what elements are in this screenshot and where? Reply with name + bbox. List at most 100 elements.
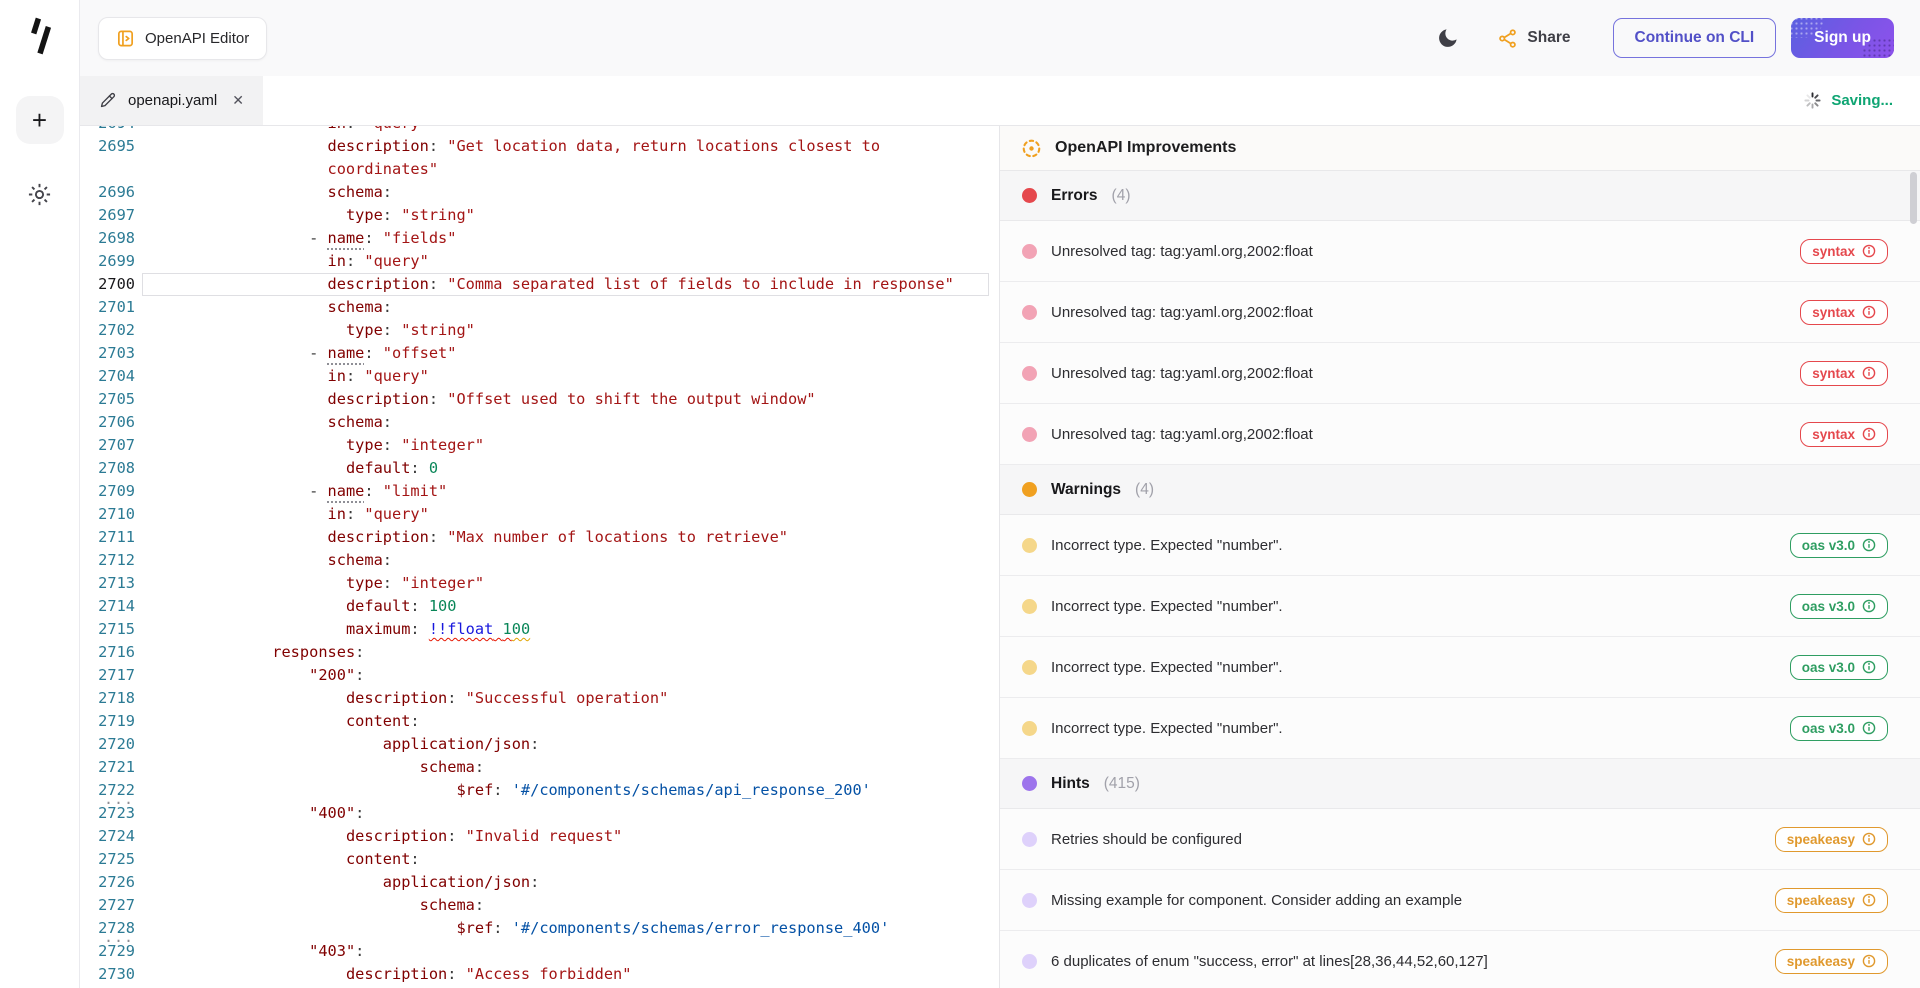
- line-number[interactable]: 2699: [80, 250, 135, 273]
- line-number[interactable]: 2717: [80, 664, 135, 687]
- new-file-button[interactable]: +: [16, 96, 64, 144]
- improvement-item[interactable]: Missing example for component. Consider …: [1000, 870, 1920, 931]
- line-content[interactable]: schema:: [217, 549, 392, 572]
- line-number[interactable]: 2723: [80, 802, 135, 825]
- tab-openapi-yaml[interactable]: openapi.yaml ✕: [80, 76, 263, 125]
- code-editor[interactable]: 2694 in: "query"2695 description: "Get l…: [80, 126, 999, 988]
- improvement-item[interactable]: Incorrect type. Expected "number".oas v3…: [1000, 698, 1920, 759]
- code-line[interactable]: 2724 description: "Invalid request": [80, 825, 999, 848]
- code-line[interactable]: 2708 default: 0: [80, 457, 999, 480]
- line-number[interactable]: 2696: [80, 181, 135, 204]
- code-line[interactable]: 2705 description: "Offset used to shift …: [80, 388, 999, 411]
- line-number[interactable]: 2698: [80, 227, 135, 250]
- improvement-item[interactable]: Unresolved tag: tag:yaml.org,2002:floats…: [1000, 282, 1920, 343]
- code-line[interactable]: 2712 schema:: [80, 549, 999, 572]
- code-line[interactable]: 2696 schema:: [80, 181, 999, 204]
- code-line[interactable]: 2730 description: "Access forbidden": [80, 963, 999, 986]
- item-badge-syntax[interactable]: syntax: [1800, 239, 1888, 264]
- line-number[interactable]: 2724: [80, 825, 135, 848]
- line-number[interactable]: 2707: [80, 434, 135, 457]
- line-content[interactable]: responses:: [217, 641, 364, 664]
- code-line[interactable]: 2729 "403":: [80, 940, 999, 963]
- item-badge-oas-v3-0[interactable]: oas v3.0: [1790, 533, 1888, 558]
- line-number[interactable]: 2705: [80, 388, 135, 411]
- speakeasy-logo-icon[interactable]: [23, 16, 57, 56]
- settings-button[interactable]: [16, 174, 64, 214]
- line-content[interactable]: in: "query": [217, 365, 429, 388]
- improvement-item[interactable]: Incorrect type. Expected "number".oas v3…: [1000, 576, 1920, 637]
- code-line[interactable]: 2721 schema:: [80, 756, 999, 779]
- section-header-warnings[interactable]: Warnings(4): [1000, 465, 1920, 515]
- code-line[interactable]: 2695 description: "Get location data, re…: [80, 135, 999, 158]
- line-number[interactable]: 2715: [80, 618, 135, 641]
- line-content[interactable]: description: "Access forbidden": [217, 963, 631, 986]
- code-line[interactable]: 2699 in: "query": [80, 250, 999, 273]
- line-content[interactable]: description: "Offset used to shift the o…: [217, 388, 816, 411]
- line-number[interactable]: 2708: [80, 457, 135, 480]
- line-content[interactable]: type: "integer": [217, 434, 484, 457]
- code-line[interactable]: 2716 responses:: [80, 641, 999, 664]
- line-number[interactable]: 2721: [80, 756, 135, 779]
- line-number[interactable]: 2718: [80, 687, 135, 710]
- code-line[interactable]: 2720 application/json:: [80, 733, 999, 756]
- code-line[interactable]: 2713 type: "integer": [80, 572, 999, 595]
- line-content[interactable]: in: "query": [217, 126, 429, 135]
- line-number[interactable]: 2703: [80, 342, 135, 365]
- line-content[interactable]: description: "Invalid request": [217, 825, 622, 848]
- continue-on-cli-button[interactable]: Continue on CLI: [1613, 18, 1777, 58]
- item-badge-speakeasy[interactable]: speakeasy: [1775, 949, 1888, 974]
- line-number[interactable]: [80, 158, 135, 181]
- line-number[interactable]: 2711: [80, 526, 135, 549]
- line-content[interactable]: default: 0: [217, 457, 438, 480]
- code-line[interactable]: 2715 maximum: !!float 100: [80, 618, 999, 641]
- line-content[interactable]: in: "query": [217, 503, 429, 526]
- line-number[interactable]: 2697: [80, 204, 135, 227]
- code-line[interactable]: 2725 content:: [80, 848, 999, 871]
- line-content[interactable]: description: "Get location data, return …: [217, 135, 880, 158]
- line-content[interactable]: $ref: '#/components/schemas/api_response…: [217, 779, 871, 802]
- code-line[interactable]: 2702 type: "string": [80, 319, 999, 342]
- section-header-hints[interactable]: Hints(415): [1000, 759, 1920, 809]
- line-number[interactable]: 2709: [80, 480, 135, 503]
- line-number[interactable]: 2701: [80, 296, 135, 319]
- code-line[interactable]: 2703 - name: "offset": [80, 342, 999, 365]
- improvement-item[interactable]: 6 duplicates of enum "success, error" at…: [1000, 931, 1920, 988]
- line-number[interactable]: 2730: [80, 963, 135, 986]
- line-number[interactable]: 2725: [80, 848, 135, 871]
- code-line[interactable]: 2704 in: "query": [80, 365, 999, 388]
- line-content[interactable]: content:: [217, 710, 420, 733]
- improvement-item[interactable]: Unresolved tag: tag:yaml.org,2002:floats…: [1000, 221, 1920, 282]
- improvement-item[interactable]: Unresolved tag: tag:yaml.org,2002:floats…: [1000, 343, 1920, 404]
- line-content[interactable]: "403":: [217, 940, 364, 963]
- line-content[interactable]: schema:: [217, 411, 392, 434]
- line-content[interactable]: coordinates": [217, 158, 438, 181]
- line-number[interactable]: 2716: [80, 641, 135, 664]
- line-number[interactable]: 2694: [80, 126, 135, 135]
- improvement-item[interactable]: Incorrect type. Expected "number".oas v3…: [1000, 515, 1920, 576]
- item-badge-syntax[interactable]: syntax: [1800, 422, 1888, 447]
- code-line[interactable]: 2728 $ref: '#/components/schemas/error_r…: [80, 917, 999, 940]
- dark-mode-toggle[interactable]: [1433, 23, 1463, 53]
- line-content[interactable]: schema:: [217, 894, 484, 917]
- item-badge-oas-v3-0[interactable]: oas v3.0: [1790, 716, 1888, 741]
- line-number[interactable]: 2720: [80, 733, 135, 756]
- line-content[interactable]: schema:: [217, 756, 484, 779]
- code-line[interactable]: 2706 schema:: [80, 411, 999, 434]
- line-number[interactable]: 2727: [80, 894, 135, 917]
- line-number[interactable]: 2700: [80, 273, 135, 296]
- code-line[interactable]: 2700 description: "Comma separated list …: [80, 273, 999, 296]
- line-number[interactable]: 2729: [80, 940, 135, 963]
- item-badge-speakeasy[interactable]: speakeasy: [1775, 888, 1888, 913]
- line-content[interactable]: description: "Comma separated list of fi…: [217, 273, 954, 296]
- code-line[interactable]: 2694 in: "query": [80, 126, 999, 135]
- improvement-item[interactable]: Incorrect type. Expected "number".oas v3…: [1000, 637, 1920, 698]
- line-content[interactable]: description: "Max number of locations to…: [217, 526, 788, 549]
- code-line[interactable]: 2701 schema:: [80, 296, 999, 319]
- line-content[interactable]: type: "string": [217, 319, 475, 342]
- code-line[interactable]: 2697 type: "string": [80, 204, 999, 227]
- line-number[interactable]: 2695: [80, 135, 135, 158]
- improvement-item[interactable]: Unresolved tag: tag:yaml.org,2002:floats…: [1000, 404, 1920, 465]
- line-content[interactable]: schema:: [217, 181, 392, 204]
- item-badge-oas-v3-0[interactable]: oas v3.0: [1790, 655, 1888, 680]
- line-content[interactable]: maximum: !!float 100: [217, 618, 530, 641]
